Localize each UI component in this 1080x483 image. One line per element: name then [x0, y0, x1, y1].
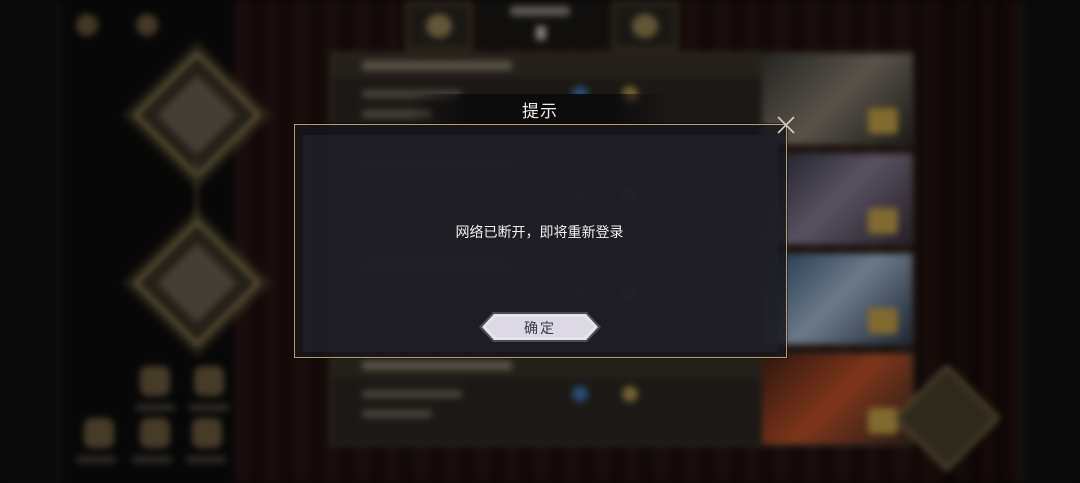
dialog-message: 网络已断开，即将重新登录 — [455, 225, 624, 241]
close-button[interactable] — [775, 114, 797, 136]
confirm-label: 确定 — [524, 321, 556, 337]
close-icon — [777, 116, 795, 134]
dialog-title: 提示 — [522, 102, 558, 122]
confirm-button[interactable]: 确定 — [479, 311, 601, 343]
